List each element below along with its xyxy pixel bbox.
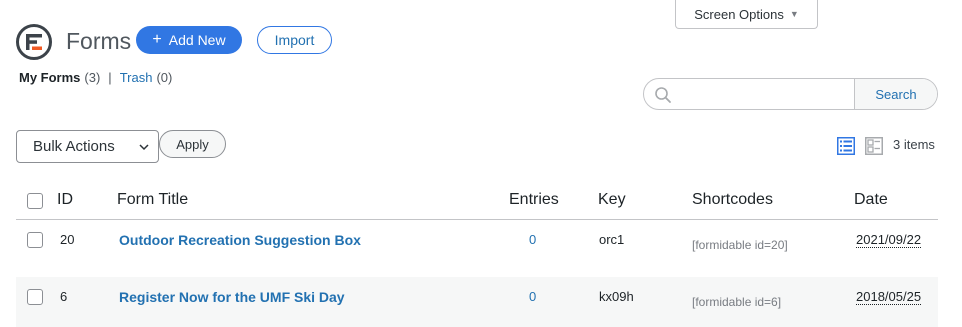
column-header-id[interactable]: ID	[57, 191, 73, 209]
plus-icon: +	[152, 31, 162, 48]
add-new-label: Add New	[168, 32, 226, 48]
form-id: 6	[60, 289, 68, 304]
form-title-link[interactable]: Outdoor Recreation Suggestion Box	[119, 232, 361, 248]
caret-down-icon: ▼	[789, 9, 799, 19]
form-id: 20	[60, 232, 75, 247]
excerpt-view-icon[interactable]	[865, 137, 883, 160]
column-header-key[interactable]: Key	[598, 191, 626, 209]
bulk-actions-selected: Bulk Actions	[33, 138, 115, 155]
form-key: orc1	[599, 232, 625, 247]
search-box: Search	[643, 78, 938, 110]
entries-count-link[interactable]: 0	[529, 232, 536, 247]
form-date: 2021/09/22	[856, 232, 922, 248]
forms-table: ID Form Title Entries Key Shortcodes Dat…	[16, 182, 938, 327]
filter-separator: |	[108, 70, 112, 85]
column-header-entries: Entries	[509, 191, 559, 208]
column-header-date[interactable]: Date	[854, 191, 888, 209]
column-header-title[interactable]: Form Title	[117, 191, 188, 209]
add-new-button[interactable]: + Add New	[136, 26, 242, 54]
table-row: 6 Register Now for the UMF Ski Day 0 kx0…	[16, 277, 938, 327]
trash-count: (0)	[156, 70, 173, 85]
form-date: 2018/05/25	[856, 289, 922, 305]
filter-trash[interactable]: Trash	[120, 70, 153, 85]
column-header-shortcodes: Shortcodes	[692, 191, 773, 208]
import-button[interactable]: Import	[257, 26, 332, 54]
screen-options-button[interactable]: Screen Options ▼	[675, 0, 818, 29]
page-title: Forms	[66, 28, 132, 54]
form-title-link[interactable]: Register Now for the UMF Ski Day	[119, 289, 345, 305]
bulk-actions-select[interactable]: Bulk Actions	[16, 130, 159, 163]
view-filters: My Forms (3) | Trash (0)	[19, 70, 172, 85]
row-checkbox[interactable]	[27, 232, 43, 248]
form-shortcode[interactable]: [formidable id=20]	[692, 238, 788, 252]
form-key: kx09h	[599, 289, 634, 304]
chevron-down-icon	[138, 140, 150, 157]
search-icon	[654, 86, 672, 109]
table-header-row: ID Form Title Entries Key Shortcodes Dat…	[16, 182, 938, 220]
entries-count-link[interactable]: 0	[529, 289, 536, 304]
form-shortcode[interactable]: [formidable id=6]	[692, 295, 781, 309]
list-view-icon[interactable]	[837, 137, 855, 160]
row-checkbox[interactable]	[27, 289, 43, 305]
search-input[interactable]	[644, 79, 854, 109]
filter-my-forms[interactable]: My Forms	[19, 70, 80, 85]
screen-options-label: Screen Options	[694, 6, 784, 22]
formidable-logo-icon	[16, 24, 52, 60]
my-forms-count: (3)	[84, 70, 101, 85]
select-all-checkbox[interactable]	[27, 193, 43, 209]
search-button[interactable]: Search	[854, 79, 937, 109]
table-row: 20 Outdoor Recreation Suggestion Box 0 o…	[16, 220, 938, 277]
apply-button[interactable]: Apply	[159, 130, 226, 158]
items-count: 3 items	[893, 137, 935, 152]
